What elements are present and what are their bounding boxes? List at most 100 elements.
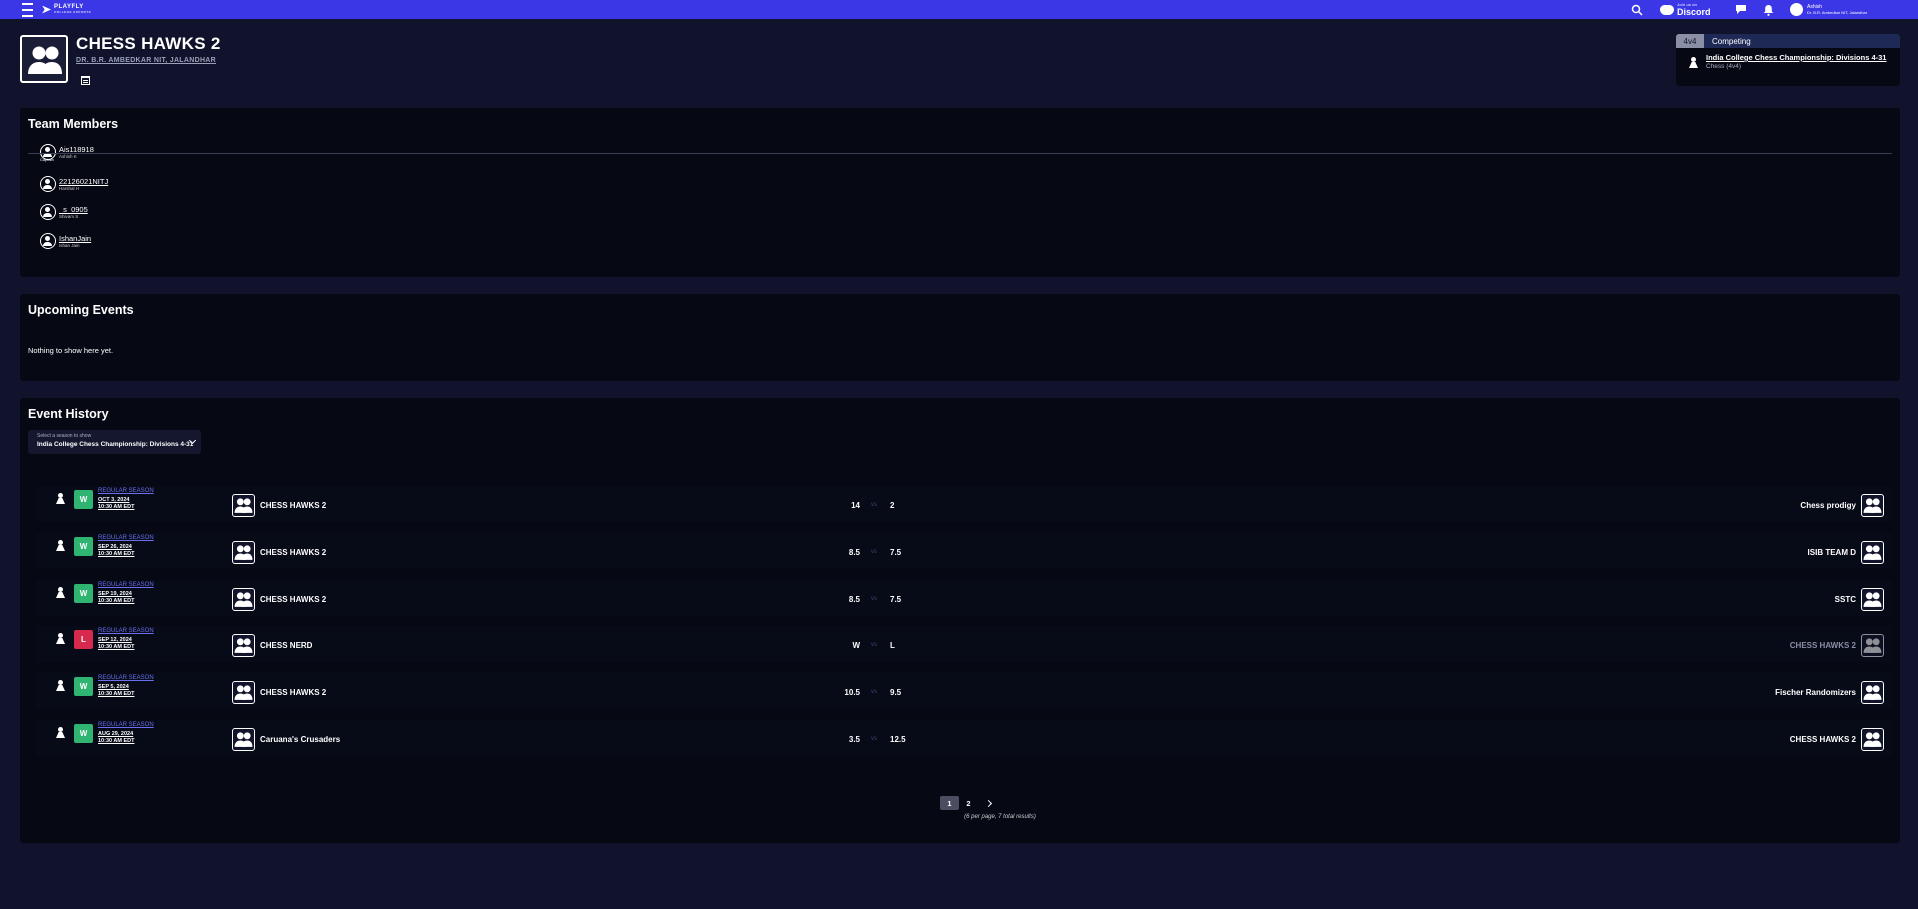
user-icon: [1790, 3, 1803, 16]
user-menu[interactable]: Ashish Dr. B.R. Ambedkar NIT, Jalandhar: [1790, 0, 1867, 19]
member-username[interactable]: _s_0905: [59, 205, 88, 214]
brand-logo[interactable]: PLAYFLY COLLEGE ESPORTS: [42, 0, 91, 19]
member-row[interactable]: Captain Ais118918 Ashish K: [40, 142, 94, 162]
event-link[interactable]: India College Chess Championship: Divisi…: [1706, 53, 1886, 62]
season-link[interactable]: REGULAR SEASON: [98, 722, 154, 728]
team-icon: [234, 731, 253, 753]
match-date[interactable]: SEP 19, 2024: [98, 591, 132, 597]
team-icon: [1863, 684, 1882, 706]
pawn-icon: [56, 493, 65, 504]
match-date[interactable]: SEP 5, 2024: [98, 684, 129, 690]
match-time[interactable]: 10:30 AM EDT: [98, 504, 134, 510]
pawn-icon: [56, 680, 65, 691]
team-icon: [1863, 497, 1882, 519]
home-team-name[interactable]: CHESS HAWKS 2: [260, 548, 326, 557]
away-team-name[interactable]: Fischer Randomizers: [1775, 688, 1856, 697]
away-team-avatar[interactable]: [1861, 681, 1884, 704]
home-team-avatar[interactable]: [232, 634, 255, 657]
home-team-name[interactable]: CHESS NERD: [260, 641, 312, 650]
season-link[interactable]: REGULAR SEASON: [98, 582, 154, 588]
home-team-avatar[interactable]: [232, 728, 255, 751]
chat-icon[interactable]: [1735, 0, 1747, 19]
member-row[interactable]: _s_0905 Shivam S: [40, 202, 88, 222]
match-date[interactable]: AUG 29, 2024: [98, 731, 133, 737]
match-row[interactable]: W REGULAR SEASON OCT 3, 2024 10:30 AM EDT CH…: [36, 486, 1892, 522]
chevron-right-icon[interactable]: [984, 799, 993, 807]
match-date[interactable]: SEP 26, 2024: [98, 544, 132, 550]
home-team-name[interactable]: CHESS HAWKS 2: [260, 501, 326, 510]
away-team-name[interactable]: Chess prodigy: [1800, 501, 1856, 510]
member-username[interactable]: 22126021NITJ: [59, 177, 108, 186]
brand-sub: COLLEGE ESPORTS: [54, 9, 92, 14]
page-button[interactable]: 1: [940, 796, 959, 810]
team-name: CHESS HAWKS 2: [76, 34, 221, 53]
home-score: 8.5: [848, 548, 860, 557]
season-link[interactable]: REGULAR SEASON: [98, 488, 154, 494]
away-team-avatar[interactable]: [1861, 541, 1884, 564]
match-row[interactable]: L REGULAR SEASON SEP 12, 2024 10:30 AM EDT C…: [36, 626, 1892, 662]
result-badge: W: [74, 584, 93, 603]
result-badge: W: [74, 677, 93, 696]
event-history-title: Event History: [28, 407, 109, 421]
match-time[interactable]: 10:30 AM EDT: [98, 738, 134, 744]
brand-mark-icon: [42, 5, 51, 14]
top-navbar: PLAYFLY COLLEGE ESPORTS Join us on Disco…: [0, 0, 1918, 19]
season-link[interactable]: REGULAR SEASON: [98, 535, 154, 541]
vs-label: vs: [871, 689, 877, 695]
away-team-name[interactable]: ISIB TEAM D: [1808, 548, 1856, 557]
match-row[interactable]: W REGULAR SEASON SEP 19, 2024 10:30 AM EDT C…: [36, 580, 1892, 616]
match-date[interactable]: OCT 3, 2024: [98, 497, 130, 503]
pawn-icon: [1689, 57, 1698, 68]
away-team-name[interactable]: CHESS HAWKS 2: [1790, 735, 1856, 744]
bell-icon[interactable]: [1763, 0, 1774, 19]
discord-small-label: Join us on: [1677, 1, 1697, 7]
home-team-name[interactable]: CHESS HAWKS 2: [260, 688, 326, 697]
away-team-avatar[interactable]: [1861, 634, 1884, 657]
away-team-name[interactable]: CHESS HAWKS 2: [1790, 641, 1856, 650]
home-team-name[interactable]: CHESS HAWKS 2: [260, 595, 326, 604]
discord-link[interactable]: Join us on Discord: [1660, 0, 1711, 19]
member-row[interactable]: 22126021NITJ Harshal H: [40, 174, 108, 194]
match-time[interactable]: 10:30 AM EDT: [98, 598, 134, 604]
match-time[interactable]: 10:30 AM EDT: [98, 691, 134, 697]
member-username[interactable]: IshanJain: [59, 234, 91, 243]
match-row[interactable]: W REGULAR SEASON SEP 26, 2024 10:30 AM EDT C…: [36, 533, 1892, 569]
page-button[interactable]: 2: [959, 796, 978, 810]
away-score: 7.5: [890, 548, 902, 557]
match-date[interactable]: SEP 12, 2024: [98, 637, 132, 643]
user-school: Dr. B.R. Ambedkar NIT, Jalandhar: [1807, 10, 1868, 15]
format-tag: 4v4: [1676, 34, 1704, 48]
season-select[interactable]: Select a season to show India College Ch…: [28, 430, 201, 454]
home-team-avatar[interactable]: [232, 494, 255, 517]
team-icon: [28, 46, 62, 74]
away-team-name[interactable]: SSTC: [1835, 595, 1856, 604]
match-row[interactable]: W REGULAR SEASON SEP 5, 2024 10:30 AM EDT CH…: [36, 673, 1892, 709]
member-avatar-icon: [40, 204, 56, 220]
search-icon[interactable]: [1631, 0, 1643, 19]
home-team-name[interactable]: Caruana's Crusaders: [260, 735, 340, 744]
menu-icon[interactable]: [22, 0, 33, 19]
team-icon: [1863, 591, 1882, 613]
home-team-avatar[interactable]: [232, 541, 255, 564]
home-team-avatar[interactable]: [232, 588, 255, 611]
away-team-avatar[interactable]: [1861, 494, 1884, 517]
member-row[interactable]: IshanJain Ishan Jain: [40, 231, 91, 251]
match-time[interactable]: 10:30 AM EDT: [98, 551, 134, 557]
member-real-name: Harshal H: [59, 186, 80, 191]
team-icon: [234, 497, 253, 519]
team-school-link[interactable]: DR. B.R. AMBEDKAR NIT, JALANDHAR: [76, 57, 216, 64]
away-team-avatar[interactable]: [1861, 728, 1884, 751]
season-link[interactable]: REGULAR SEASON: [98, 675, 154, 681]
calendar-icon[interactable]: [81, 76, 90, 85]
home-team-avatar[interactable]: [232, 681, 255, 704]
match-row[interactable]: W REGULAR SEASON AUG 29, 2024 10:30 AM EDT C…: [36, 720, 1892, 756]
away-team-avatar[interactable]: [1861, 588, 1884, 611]
team-icon: [234, 684, 253, 706]
result-badge: L: [74, 630, 93, 649]
match-time[interactable]: 10:30 AM EDT: [98, 644, 134, 650]
member-real-name: Ishan Jain: [59, 243, 80, 248]
results-summary: (6 per page, 7 total results): [964, 814, 1036, 820]
home-score: 10.5: [844, 688, 860, 697]
season-link[interactable]: REGULAR SEASON: [98, 628, 154, 634]
team-icon: [1863, 731, 1882, 753]
